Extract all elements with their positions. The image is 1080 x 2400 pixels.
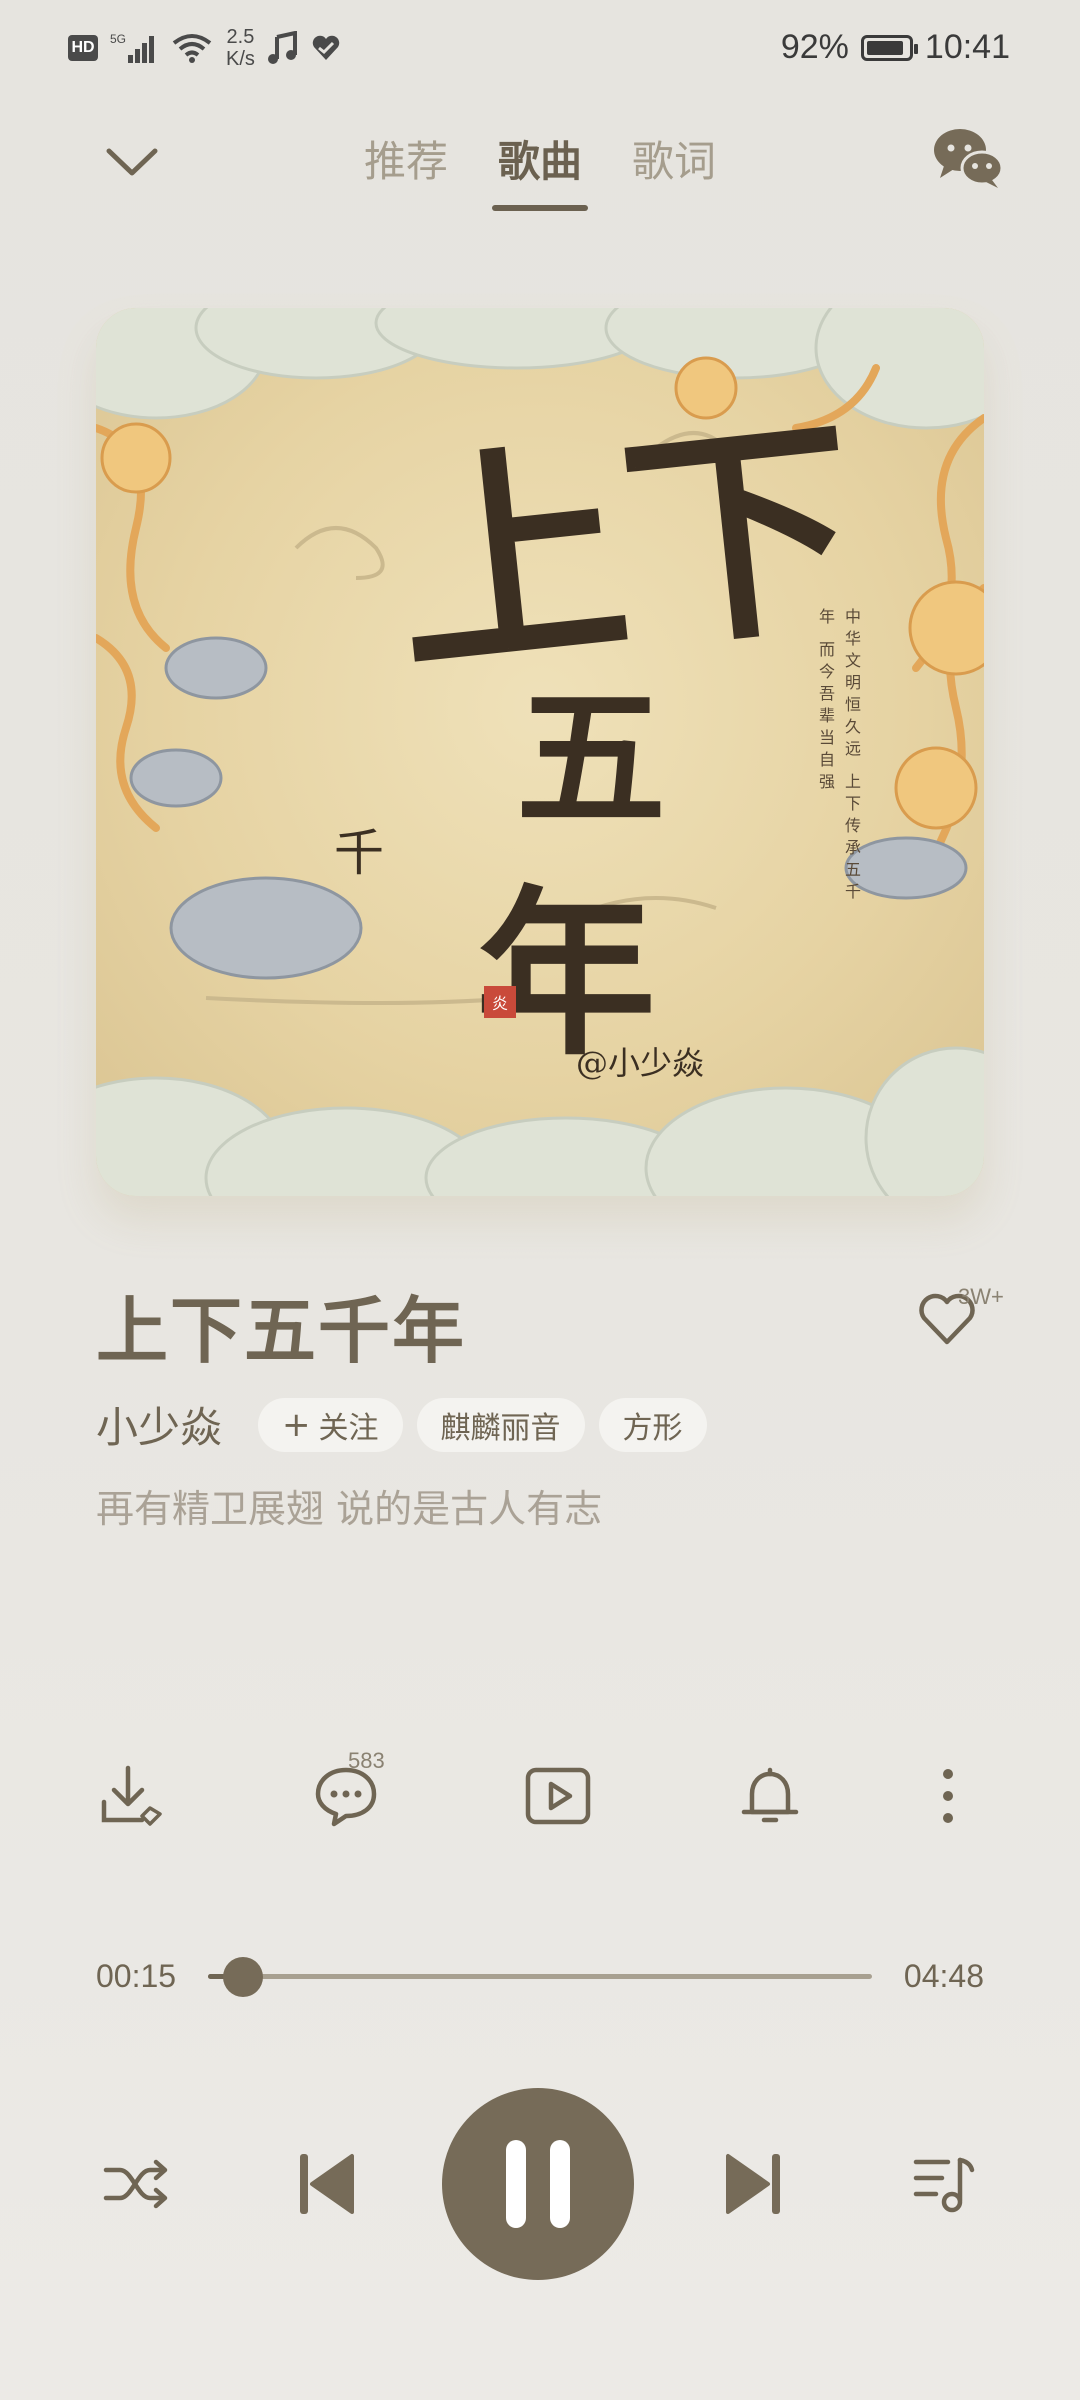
artist-row: 小少焱 + 关注 麒麟丽音 方形 <box>96 1394 707 1455</box>
network-speed-value: 2.5 <box>226 26 255 48</box>
total-time: 04:48 <box>903 1958 984 1994</box>
wechat-icon <box>934 129 1004 188</box>
more-button[interactable] <box>912 1760 984 1832</box>
current-lyric[interactable]: 再有精卫展翅 说的是古人有志 <box>96 1478 602 1533</box>
network-speed: 2.5 K/s <box>226 26 255 70</box>
skip-next-icon <box>726 2154 780 2214</box>
album-art-title-small: 千 <box>334 824 384 882</box>
album-art-title-line2: 五 <box>516 671 667 847</box>
progress-bar: 00:15 04:48 <box>96 1948 984 2008</box>
album-art-seal: 炎 <box>484 986 516 1018</box>
hd-badge: HD <box>68 35 98 61</box>
shuffle-button[interactable] <box>96 2144 176 2224</box>
follow-label: 关注 <box>318 1410 379 1446</box>
download-icon <box>101 1765 162 1826</box>
battery-percent: 92% <box>780 28 849 66</box>
playlist-icon <box>913 2157 975 2213</box>
share-wechat-button[interactable] <box>932 126 1004 190</box>
video-play-icon <box>525 1767 591 1825</box>
shuffle-icon <box>103 2159 168 2209</box>
tag-chip[interactable]: 方形 <box>598 1397 707 1452</box>
network-speed-unit: K/s <box>226 48 255 70</box>
status-bar: HD 5G 2.5 K/s 92% 10:41 <box>0 0 1080 100</box>
download-button[interactable] <box>96 1760 168 1832</box>
seek-thumb[interactable] <box>222 1957 263 1997</box>
bell-icon <box>741 1767 799 1823</box>
cellular-signal-icon: 5G <box>110 32 154 63</box>
battery-fill <box>866 40 904 55</box>
wifi-icon <box>172 34 212 63</box>
playlist-button[interactable] <box>904 2144 984 2224</box>
svg-text:5G: 5G <box>110 32 126 46</box>
music-video-button[interactable] <box>522 1760 594 1832</box>
music-note-icon <box>267 31 297 64</box>
playback-controls <box>96 2088 984 2280</box>
tab-bar: 推荐 歌曲 歌词 <box>0 128 1080 211</box>
previous-button[interactable] <box>286 2144 366 2224</box>
pause-icon <box>506 2140 570 2228</box>
status-left: HD 5G 2.5 K/s <box>68 26 341 70</box>
status-right: 92% 10:41 <box>781 28 1010 67</box>
artist-name[interactable]: 小少焱 <box>96 1394 222 1455</box>
album-art-author: @小少焱 <box>576 1044 705 1082</box>
tag-chip[interactable]: 麒麟丽音 <box>416 1397 585 1452</box>
tab-song[interactable]: 歌曲 <box>491 128 589 211</box>
like-count: 3W+ <box>958 1284 1004 1309</box>
song-title: 上下五千年 <box>96 1289 467 1373</box>
album-art-title-line1: 上下 <box>383 389 869 707</box>
clock: 10:41 <box>924 28 1010 66</box>
skip-previous-icon <box>300 2154 354 2214</box>
more-vertical-icon <box>943 1769 953 1823</box>
action-row: 583 <box>96 1748 984 1844</box>
top-nav: 推荐 歌曲 歌词 <box>0 110 1080 211</box>
comment-count: 583 <box>348 1748 385 1773</box>
seek-track[interactable] <box>208 1957 872 1997</box>
pause-button[interactable] <box>442 2088 634 2280</box>
next-button[interactable] <box>714 2144 794 2224</box>
plus-icon: + <box>282 1404 311 1445</box>
tab-recommend[interactable]: 推荐 <box>364 128 448 211</box>
tab-lyrics[interactable]: 歌词 <box>632 128 716 211</box>
follow-button[interactable]: + 关注 <box>258 1397 403 1452</box>
album-art-poem: 中华文明恒久远 上下传承五千年 而今吾辈当自强 <box>816 608 861 906</box>
album-art-title: 上下 <box>383 390 869 707</box>
elapsed-time: 00:15 <box>96 1958 177 1994</box>
album-art[interactable]: 上下 五 千 年 炎 @小少焱 中华文明恒久远 上下传承五千年 而今吾辈当自强 <box>96 308 984 1196</box>
battery-icon <box>860 34 918 61</box>
health-heart-icon <box>312 35 340 60</box>
ringtone-button[interactable] <box>734 1760 806 1832</box>
